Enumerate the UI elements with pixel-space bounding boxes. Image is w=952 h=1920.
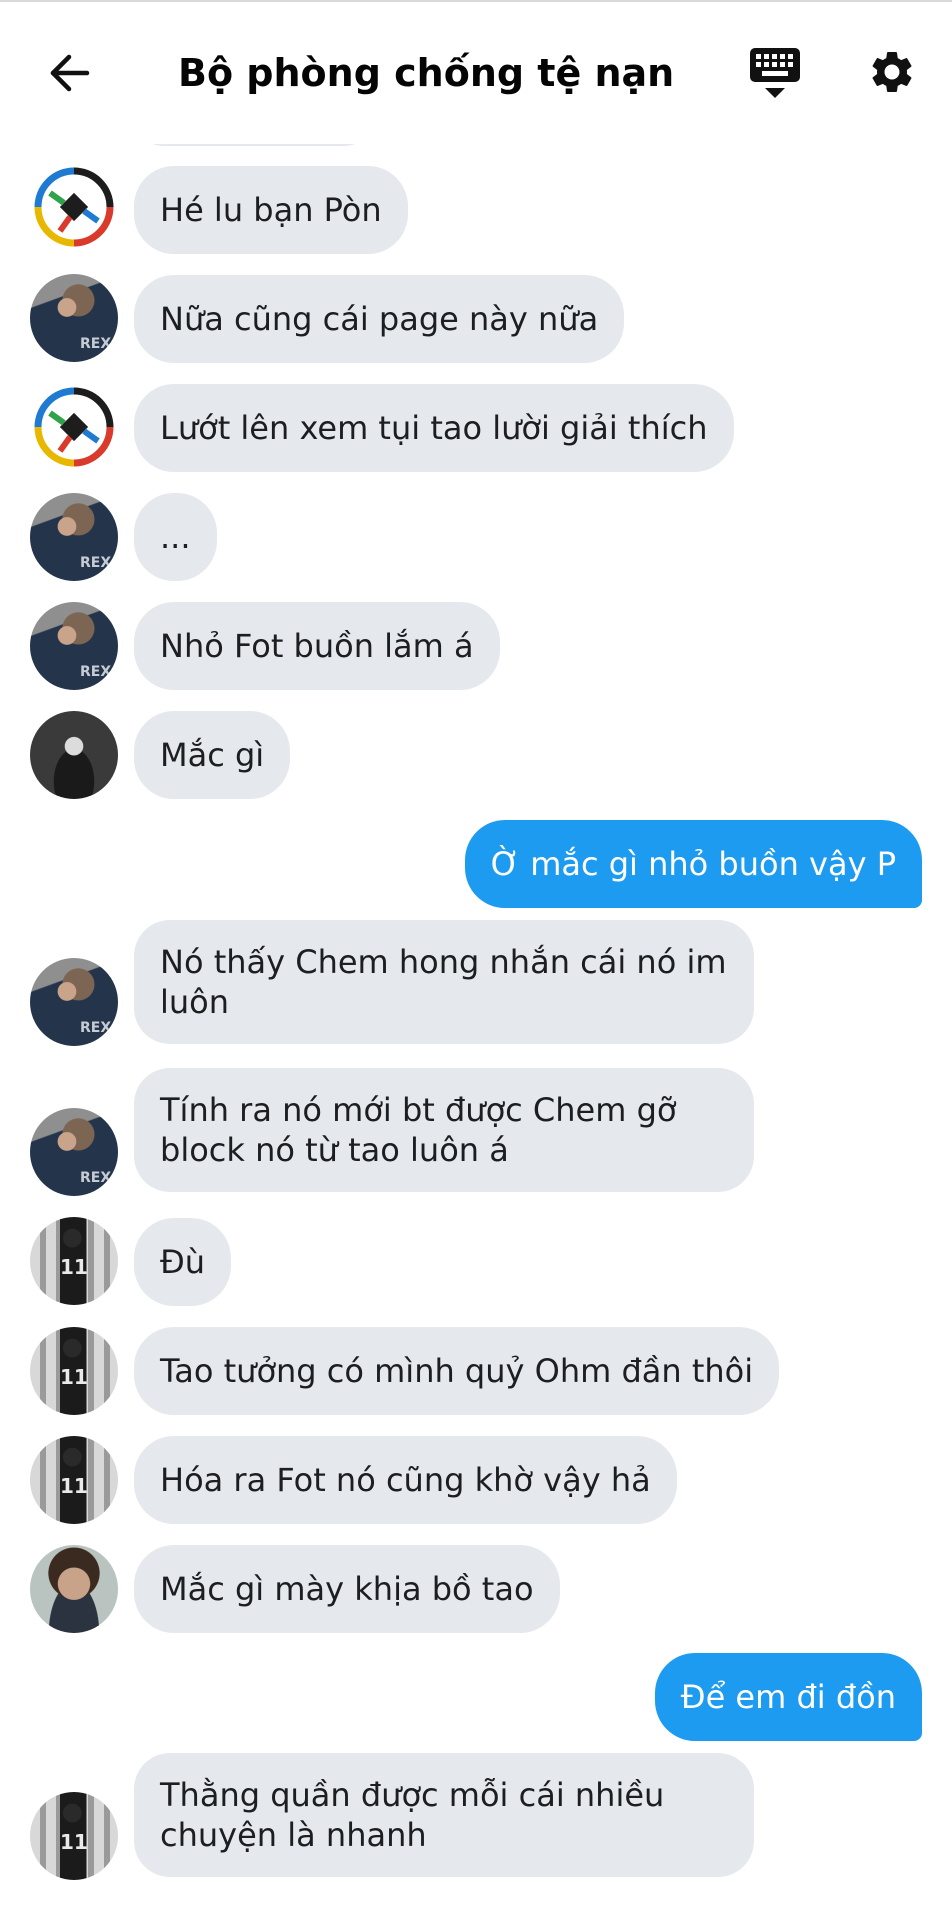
message-text: Tính ra nó mới bt được Chem gỡ block nó … [160, 1091, 677, 1169]
message-bubble[interactable]: Lướt lên xem tụi tao lười giải thích [134, 384, 734, 472]
jersey-number: 11 [60, 1365, 88, 1389]
keyboard-toggle-button[interactable] [745, 42, 805, 104]
message-bubble[interactable]: Hóa ra Fot nó cũng khờ vậy hả [134, 1436, 677, 1524]
keyboard-icon [750, 48, 800, 98]
message-text: Nữa cũng cái page này nữa [160, 300, 599, 338]
message-text: Tao tưởng có mình quỷ Ohm đần thôi [160, 1352, 754, 1390]
message-bubble[interactable]: Đù [134, 1218, 232, 1306]
message-text: Nó thấy Chem hong nhắn cái nó im luôn [160, 943, 727, 1021]
message-text: Thằng quần được mỗi cái nhiều chuyện là … [160, 1776, 665, 1854]
avatar-jersey-user[interactable]: 11 [30, 1327, 118, 1415]
message-bubble[interactable]: Mắc gì mày khịa bồ tao [134, 1545, 560, 1633]
message-text: Để em đi đồn [680, 1678, 896, 1716]
message-thread[interactable]: Hé lu bạn Pòn REX Nữa cũng cái page này … [0, 0, 952, 1920]
message-text: Mắc gì [160, 736, 265, 774]
conversation-title[interactable]: Bộ phòng chống tệ nạn họ... [178, 46, 678, 100]
message-bubble[interactable]: Mắc gì [134, 711, 291, 799]
jersey-number: 11 [60, 1255, 88, 1279]
message-text: Mắc gì mày khịa bồ tao [160, 1570, 534, 1608]
avatar-group-logo[interactable] [30, 163, 118, 251]
shirt-print: REX [80, 336, 112, 352]
avatar-blue-shirt-user[interactable]: REX [30, 1108, 118, 1196]
avatar-jersey-user[interactable]: 11 [30, 1792, 118, 1880]
jersey-number: 11 [60, 1830, 88, 1854]
message-bubble[interactable]: Thằng quần được mỗi cái nhiều chuyện là … [134, 1753, 754, 1877]
message-text: ... [160, 518, 191, 556]
gear-icon [872, 51, 912, 92]
message-text: Lướt lên xem tụi tao lười giải thích [160, 409, 708, 447]
avatar-blue-shirt-user[interactable]: REX [30, 958, 118, 1046]
avatar-portrait-user[interactable] [30, 1545, 118, 1633]
arrow-left-icon [50, 54, 90, 92]
message-bubble[interactable]: Hé lu bạn Pòn [134, 166, 408, 254]
outgoing-message-bubble[interactable]: Để em đi đồn [654, 1653, 922, 1741]
message-bubble[interactable]: Tao tưởng có mình quỷ Ohm đần thôi [134, 1327, 780, 1415]
message-text: Ờ mắc gì nhỏ buồn vậy P [490, 845, 896, 883]
jersey-number: 11 [60, 1474, 88, 1498]
group-logo-icon [32, 165, 116, 249]
settings-button[interactable] [862, 42, 922, 102]
avatar-blue-shirt-user[interactable]: REX [30, 602, 118, 690]
message-text: Nhỏ Fot buồn lắm á [160, 627, 474, 665]
chat-header: Bộ phòng chống tệ nạn họ... [0, 0, 952, 144]
message-bubble[interactable]: Tính ra nó mới bt được Chem gỡ block nó … [134, 1068, 754, 1192]
avatar-blue-shirt-user[interactable]: REX [30, 493, 118, 581]
message-text: Hóa ra Fot nó cũng khờ vậy hả [160, 1461, 651, 1499]
avatar-jersey-user[interactable]: 11 [30, 1217, 118, 1305]
message-bubble[interactable]: Nó thấy Chem hong nhắn cái nó im luôn [134, 920, 754, 1044]
back-button[interactable] [40, 44, 98, 102]
message-text: Đù [160, 1243, 206, 1281]
message-bubble[interactable]: Nhỏ Fot buồn lắm á [134, 602, 500, 690]
shirt-print: REX [80, 1170, 112, 1186]
shirt-print: REX [80, 555, 112, 571]
outgoing-message-bubble[interactable]: Ờ mắc gì nhỏ buồn vậy P [464, 820, 922, 908]
avatar-jersey-user[interactable]: 11 [30, 1436, 118, 1524]
avatar-dark-photo-user[interactable] [30, 711, 118, 799]
message-text: Hé lu bạn Pòn [160, 191, 382, 229]
shirt-print: REX [80, 664, 112, 680]
group-logo-icon [32, 385, 116, 469]
avatar-group-logo[interactable] [30, 383, 118, 471]
avatar-blue-shirt-user[interactable]: REX [30, 274, 118, 362]
message-bubble[interactable]: ... [134, 493, 217, 581]
message-bubble[interactable]: Nữa cũng cái page này nữa [134, 275, 625, 363]
shirt-print: REX [80, 1020, 112, 1036]
